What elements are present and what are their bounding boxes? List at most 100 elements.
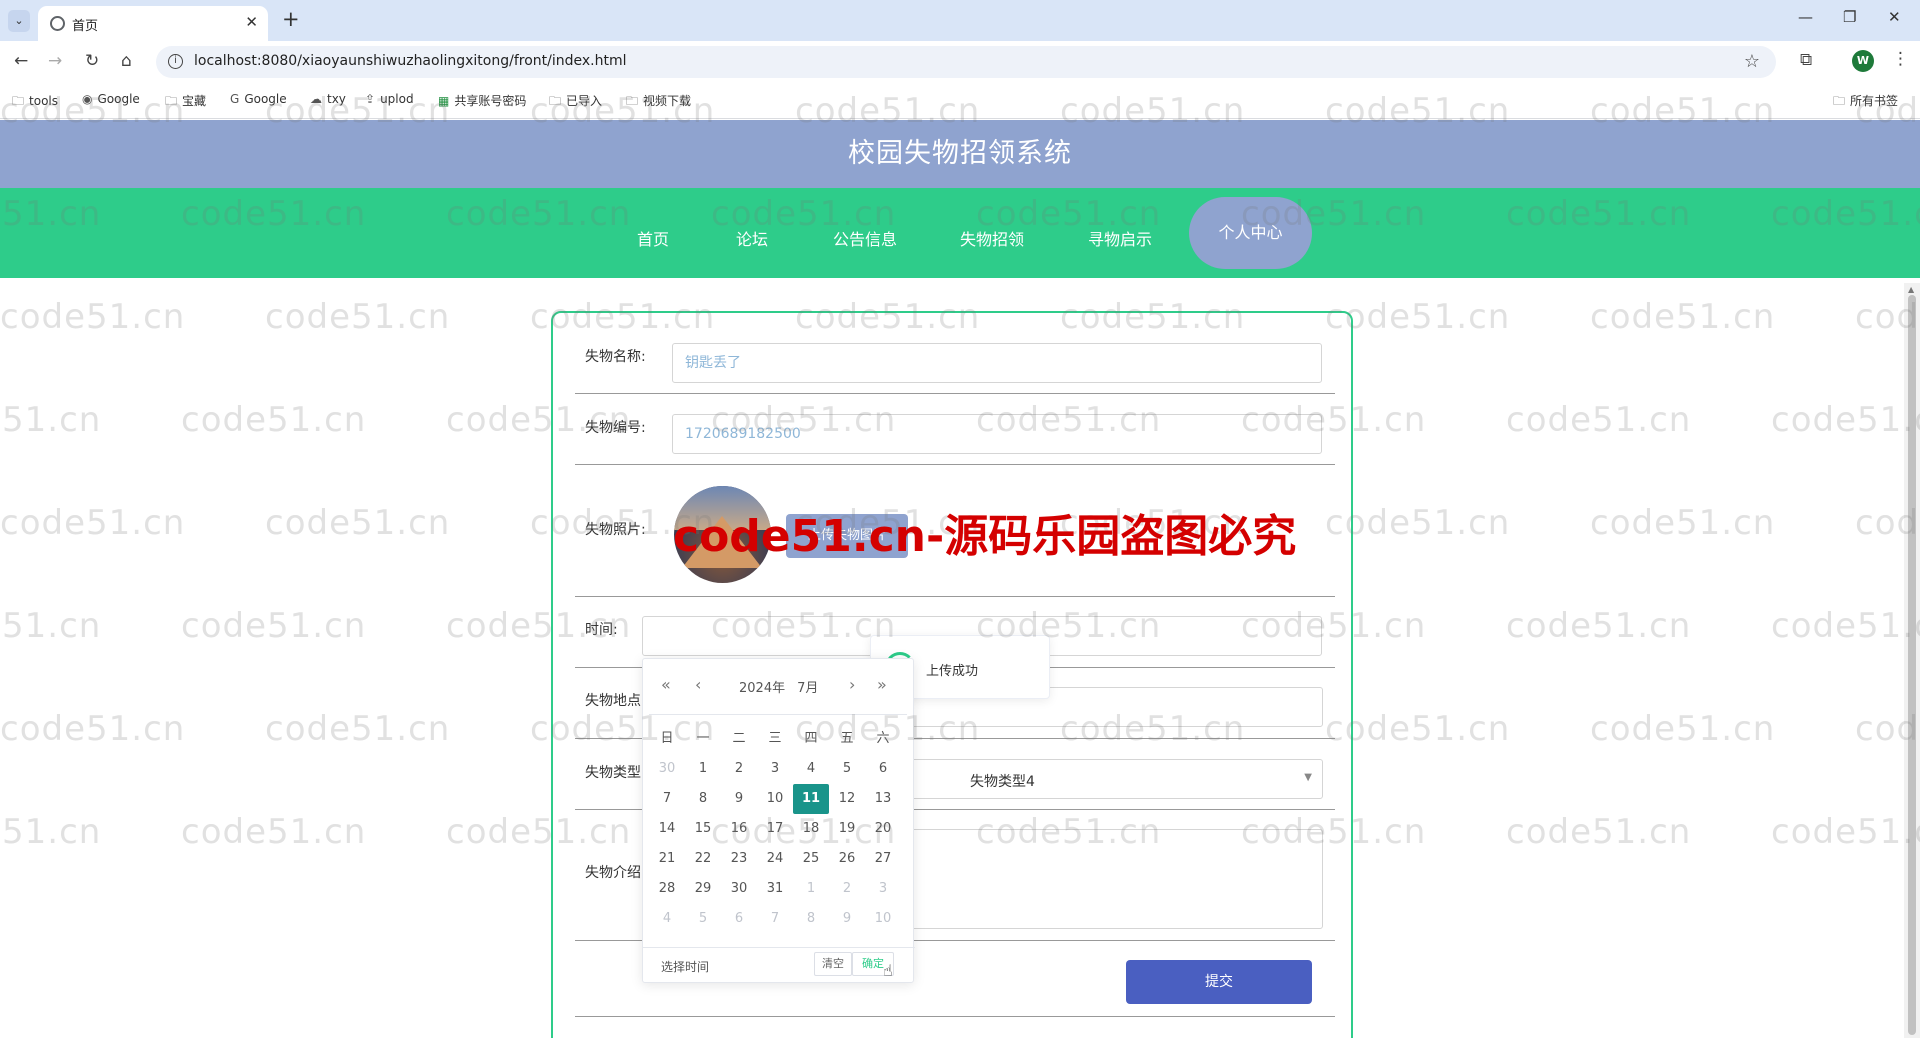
- calendar-day[interactable]: 3: [865, 874, 901, 904]
- new-tab-plus-icon[interactable]: +: [282, 7, 300, 31]
- bookmark-item[interactable]: ⇪ uplod: [365, 92, 414, 106]
- back-arrow-icon[interactable]: ←: [14, 51, 28, 71]
- calendar-day[interactable]: 18: [793, 814, 829, 844]
- calendar-day[interactable]: 10: [757, 784, 793, 814]
- calendar-week-row: 30 1 2 3 4 5 6: [649, 754, 907, 784]
- minimize-icon[interactable]: —: [1798, 8, 1813, 26]
- watermark-text: code51.cn: [0, 503, 186, 543]
- nav-notices[interactable]: 公告信息: [825, 188, 905, 278]
- type-select[interactable]: 失物类型4 ▼: [909, 759, 1323, 799]
- calendar-day[interactable]: 7: [649, 784, 685, 814]
- month-label[interactable]: 7月: [797, 681, 818, 696]
- calendar-day[interactable]: 9: [829, 904, 865, 934]
- prev-month-icon[interactable]: ‹: [695, 675, 701, 694]
- clear-button[interactable]: 清空: [814, 952, 852, 976]
- calendar-day[interactable]: 20: [865, 814, 901, 844]
- calendar-day[interactable]: 4: [793, 754, 829, 784]
- next-month-icon[interactable]: ›: [849, 675, 855, 694]
- year-label[interactable]: 2024年: [739, 681, 785, 696]
- calendar-day[interactable]: 5: [829, 754, 865, 784]
- calendar-day[interactable]: 27: [865, 844, 901, 874]
- intro-textarea[interactable]: [909, 829, 1323, 929]
- address-bar[interactable]: i localhost:8080/xiaoyaunshiwuzhaolingxi…: [156, 46, 1776, 78]
- forward-arrow-icon[interactable]: →: [48, 51, 62, 71]
- close-icon[interactable]: ✕: [245, 13, 258, 31]
- nav-seek-notice[interactable]: 寻物启示: [1080, 188, 1160, 278]
- submit-button[interactable]: 提交: [1126, 960, 1312, 1004]
- calendar-day[interactable]: 23: [721, 844, 757, 874]
- calendar-day[interactable]: 1: [793, 874, 829, 904]
- nav-lost-found[interactable]: 失物招领: [952, 188, 1032, 278]
- calendar-day[interactable]: 16: [721, 814, 757, 844]
- page-scrollbar[interactable]: ▲: [1904, 283, 1920, 1038]
- scroll-up-arrow-icon[interactable]: ▲: [1908, 285, 1914, 294]
- bookmark-item[interactable]: ◉ Google: [82, 92, 140, 106]
- calendar-day[interactable]: 6: [865, 754, 901, 784]
- calendar-day[interactable]: 29: [685, 874, 721, 904]
- calendar-day[interactable]: 14: [649, 814, 685, 844]
- home-icon[interactable]: ⌂: [121, 51, 132, 71]
- calendar-day[interactable]: 30: [721, 874, 757, 904]
- bookmark-item[interactable]: 🗀 已导入: [549, 92, 602, 113]
- prev-year-icon[interactable]: «: [661, 675, 671, 694]
- bookmark-item[interactable]: 🗀 宝藏: [165, 92, 206, 113]
- calendar-day[interactable]: 25: [793, 844, 829, 874]
- profile-avatar[interactable]: W: [1852, 50, 1874, 72]
- nav-home[interactable]: 首页: [628, 188, 678, 278]
- calendar-day[interactable]: 8: [793, 904, 829, 934]
- calendar-day[interactable]: 15: [685, 814, 721, 844]
- calendar-day[interactable]: 2: [721, 754, 757, 784]
- bookmark-label: 视频下载: [643, 94, 692, 108]
- calendar-day[interactable]: 12: [829, 784, 865, 814]
- nav-forum[interactable]: 论坛: [727, 188, 777, 278]
- calendar-day[interactable]: 9: [721, 784, 757, 814]
- folder-icon: 🗀: [12, 94, 25, 108]
- extensions-icon[interactable]: ⧉: [1800, 50, 1812, 70]
- calendar-day[interactable]: 22: [685, 844, 721, 874]
- restore-icon[interactable]: ❐: [1843, 8, 1856, 26]
- browser-tab[interactable]: 首页 ✕: [38, 6, 268, 41]
- scroll-thumb[interactable]: [1908, 295, 1916, 1035]
- calendar-day[interactable]: 10: [865, 904, 901, 934]
- calendar-day[interactable]: 17: [757, 814, 793, 844]
- tab-search-chevron-icon[interactable]: ⌄: [8, 10, 30, 32]
- name-input[interactable]: 钥匙丢了: [672, 343, 1322, 383]
- watermark-text: code51.cn: [0, 709, 186, 749]
- calendar-day[interactable]: 26: [829, 844, 865, 874]
- calendar-day[interactable]: 7: [757, 904, 793, 934]
- bookmark-label: 宝藏: [182, 94, 207, 108]
- calendar-day[interactable]: 30: [649, 754, 685, 784]
- calendar-day[interactable]: 31: [757, 874, 793, 904]
- reload-icon[interactable]: ↻: [85, 51, 99, 71]
- calendar-day[interactable]: 13: [865, 784, 901, 814]
- calendar-day[interactable]: 8: [685, 784, 721, 814]
- url-text[interactable]: localhost:8080/xiaoyaunshiwuzhaolingxito…: [194, 53, 627, 69]
- calendar-day[interactable]: 2: [829, 874, 865, 904]
- folder-icon: 🗀: [549, 94, 562, 108]
- bookmark-item[interactable]: 🗀 tools: [12, 92, 58, 113]
- calendar-day[interactable]: 1: [685, 754, 721, 784]
- bookmark-item[interactable]: ▦ 共享账号密码: [438, 92, 526, 109]
- calendar-day[interactable]: 6: [721, 904, 757, 934]
- calendar-day[interactable]: 5: [685, 904, 721, 934]
- calendar-day[interactable]: 3: [757, 754, 793, 784]
- calendar-day[interactable]: 11: [793, 784, 829, 814]
- window-close-icon[interactable]: ✕: [1888, 8, 1901, 26]
- calendar-day[interactable]: 21: [649, 844, 685, 874]
- select-time-link[interactable]: 选择时间: [661, 958, 709, 975]
- all-bookmarks[interactable]: 🗀 所有书签: [1833, 92, 1898, 113]
- bookmark-star-icon[interactable]: ☆: [1744, 51, 1760, 72]
- next-year-icon[interactable]: »: [877, 675, 887, 694]
- calendar-day[interactable]: 4: [649, 904, 685, 934]
- bookmark-item[interactable]: 🗀 视频下载: [626, 92, 691, 113]
- calendar-day[interactable]: 19: [829, 814, 865, 844]
- upload-icon: ⇪: [365, 92, 376, 106]
- calendar-day[interactable]: 28: [649, 874, 685, 904]
- bookmark-item[interactable]: ☁ txy: [310, 92, 346, 106]
- calendar-day[interactable]: 24: [757, 844, 793, 874]
- site-info-icon[interactable]: i: [168, 54, 183, 69]
- menu-kebab-icon[interactable]: ⋮: [1892, 49, 1909, 69]
- bookmark-item[interactable]: G Google: [230, 92, 287, 106]
- code-input[interactable]: 1720689182500: [672, 414, 1322, 454]
- nav-personal-center[interactable]: 个人中心: [1189, 197, 1312, 269]
